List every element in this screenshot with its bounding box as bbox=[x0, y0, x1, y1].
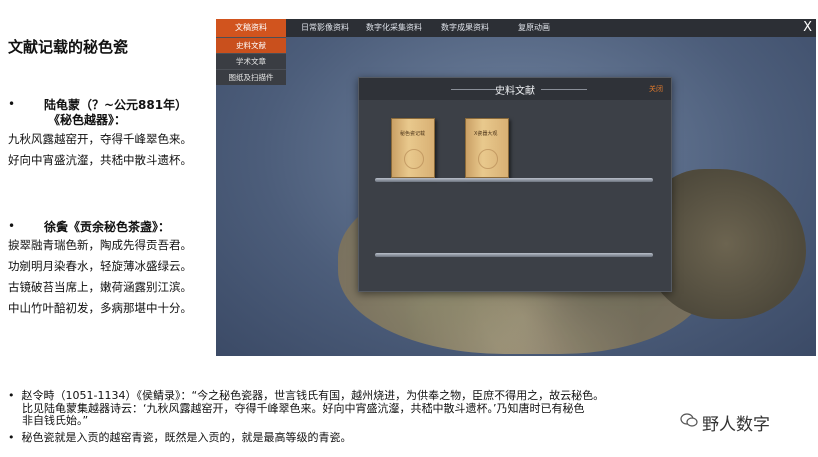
panel-header: 史料文献 关闭 bbox=[359, 78, 671, 100]
panel-close-button[interactable]: 关闭 bbox=[649, 84, 663, 94]
tab-digital-results[interactable]: 数字成果资料 bbox=[432, 19, 498, 37]
bullet: • bbox=[8, 97, 16, 111]
top-nav: 文稿资料 日常影像资料 数字化采集资料 数字成果资料 复原动画 X bbox=[216, 19, 816, 37]
section1-poem-line2: 好向中宵盛沆瀣，共嵇中散斗遗杯。 bbox=[8, 153, 192, 167]
tab-daily-images[interactable]: 日常影像资料 bbox=[292, 19, 358, 37]
bottom-notes: • 赵令畤（1051-1134）《侯鲭录》：“今之秘色瓷器，世言钱氏有国，越州烧… bbox=[8, 389, 605, 444]
brand-label: 野人数字 bbox=[702, 415, 770, 435]
book-item[interactable]: X瓷器大观 bbox=[465, 118, 509, 178]
submenu: 史料文献 学术文章 图纸及扫描件 bbox=[216, 37, 286, 85]
book-title: 秘色瓷记载 bbox=[400, 131, 426, 137]
bullet: • bbox=[8, 219, 16, 233]
note-line: 比见陆龟蒙集越器诗云：‘九秋风露越窑开，夺得千峰翠色来。好向中宵盛沆瀣，共嵇中散… bbox=[8, 401, 585, 415]
tab-docs[interactable]: 文稿资料 bbox=[216, 19, 286, 37]
wechat-icon bbox=[680, 413, 698, 427]
app-window: 文稿资料 日常影像资料 数字化采集资料 数字成果资料 复原动画 X 史料文献 学… bbox=[216, 19, 816, 356]
submenu-item-drawings-scans[interactable]: 图纸及扫描件 bbox=[216, 69, 286, 85]
note-line: • 秘色瓷就是入贡的越窑青瓷，既然是入贡的，就是最高等级的青瓷。 bbox=[8, 430, 352, 444]
section1-poem-line1: 九秋风露越窑开，夺得千峰翠色来。 bbox=[8, 132, 192, 146]
note-line: • 赵令畤（1051-1134）《侯鲭录》：“今之秘色瓷器，世言钱氏有国，越州烧… bbox=[8, 389, 605, 402]
section2-poem-line4: 中山竹叶醅初发，多病那堪中十分。 bbox=[8, 301, 192, 315]
document-panel: 史料文献 关闭 秘色瓷记载 X瓷器大观 bbox=[358, 77, 672, 292]
close-icon[interactable]: X bbox=[803, 19, 812, 37]
note-line: 非自钱氏始。” bbox=[8, 414, 89, 427]
submenu-item-academic-articles[interactable]: 学术文章 bbox=[216, 53, 286, 69]
book-title: X瓷器大观 bbox=[474, 131, 498, 137]
page-title: 文献记载的秘色瓷 bbox=[8, 38, 129, 56]
book-item[interactable]: 秘色瓷记载 bbox=[391, 118, 435, 178]
shelf bbox=[375, 253, 653, 257]
submenu-item-historical-docs[interactable]: 史料文献 bbox=[216, 37, 286, 53]
book-seal-icon bbox=[478, 149, 498, 169]
section2-heading: 徐夤《贡余秘色茶盏》： bbox=[44, 220, 171, 234]
section2-poem-line3: 古镜破苔当席上，嫩荷涵露别江滨。 bbox=[8, 280, 192, 294]
tab-restoration-animation[interactable]: 复原动画 bbox=[504, 19, 564, 37]
tab-digital-capture[interactable]: 数字化采集资料 bbox=[362, 19, 426, 37]
shelf bbox=[375, 178, 653, 182]
section2-poem-line2: 功剜明月染春水，轻旋薄冰盛绿云。 bbox=[8, 259, 192, 273]
section1-heading-line2: 《秘色越器》： bbox=[48, 113, 127, 127]
panel-title: 史料文献 bbox=[495, 86, 535, 97]
section2-poem-line1: 捩翠融青瑞色新，陶成先得贡吾君。 bbox=[8, 238, 192, 252]
book-seal-icon bbox=[404, 149, 424, 169]
